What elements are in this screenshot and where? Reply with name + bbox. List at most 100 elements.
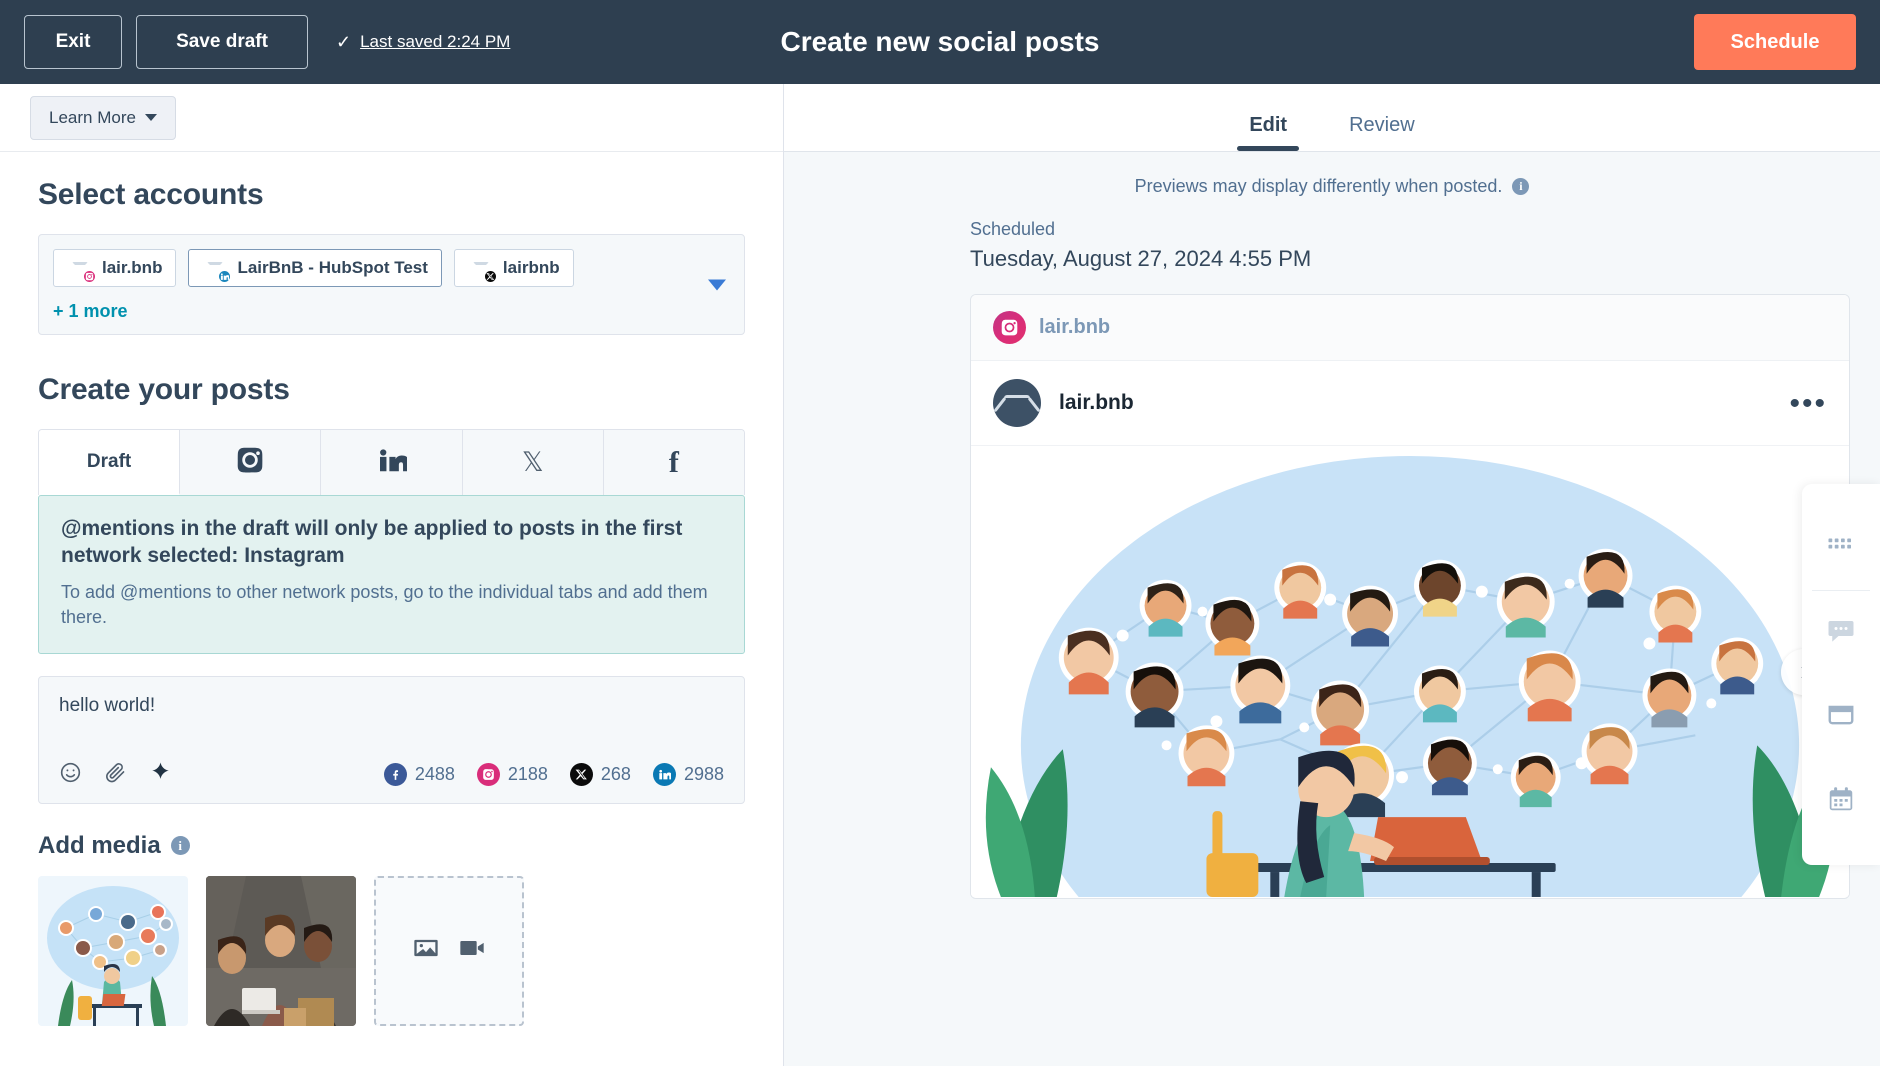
notes-card-icon	[1826, 700, 1856, 735]
chevron-down-icon	[144, 114, 157, 121]
tab-facebook[interactable]: f	[603, 430, 744, 495]
schedule-button[interactable]: Schedule	[1694, 14, 1856, 70]
scheduled-datetime: Tuesday, August 27, 2024 4:55 PM	[970, 246, 1312, 271]
preview-content: Scheduled Tuesday, August 27, 2024 4:55 …	[784, 197, 1880, 899]
account-selector[interactable]: lair.bnb LairBnB - HubSpot Test lairbnb …	[38, 234, 745, 335]
account-chip-label: LairBnB - HubSpot Test	[237, 258, 428, 277]
composer-icon-group	[59, 761, 172, 789]
count-value: 2188	[507, 764, 548, 785]
media-upload-dropzone[interactable]	[374, 875, 524, 1026]
linkedin-icon	[652, 763, 676, 787]
more-accounts-link[interactable]: + 1 more	[53, 301, 730, 322]
linkedin-icon	[377, 445, 409, 481]
emoji-icon[interactable]	[59, 761, 82, 789]
top-app-bar: Exit Save draft ✓ Last saved 2:24 PM Cre…	[0, 0, 1880, 84]
save-draft-button[interactable]: Save draft	[136, 15, 308, 69]
account-chip-instagram[interactable]: lair.bnb	[53, 249, 177, 287]
add-media-label: Add media	[38, 831, 161, 859]
accounts-expand-chevron-icon[interactable]	[708, 279, 726, 290]
preview-user-row: lair.bnb •••	[971, 361, 1849, 446]
rail-calendar-button[interactable]	[1802, 759, 1880, 843]
preview-network-account: lair.bnb	[1039, 316, 1111, 338]
right-utility-rail	[1802, 484, 1880, 865]
preview-network-header: lair.bnb	[971, 295, 1849, 361]
avatar	[202, 255, 233, 284]
x-icon: 𝕏	[521, 447, 544, 477]
facebook-icon: f	[668, 445, 679, 479]
composer-text[interactable]: hello world!	[39, 677, 744, 761]
info-icon[interactable]: i	[1512, 178, 1530, 195]
preview-tab-list: Edit Review	[784, 84, 1880, 152]
rail-chat-button[interactable]	[1802, 591, 1880, 675]
facebook-icon	[383, 763, 407, 787]
add-media-heading: Add media i	[38, 832, 745, 860]
media-thumbnail-photo[interactable]	[206, 875, 356, 1026]
ai-sparkle-icon[interactable]	[149, 761, 172, 789]
check-icon: ✓	[336, 31, 352, 52]
attachment-icon[interactable]	[104, 761, 127, 789]
alert-title: @mentions in the draft will only be appl…	[61, 517, 683, 567]
instagram-icon	[476, 763, 500, 787]
tab-linkedin[interactable]	[321, 430, 463, 495]
avatar	[993, 379, 1041, 427]
last-saved-label: Last saved 2:24 PM	[360, 32, 511, 51]
composer-toolbar: 2488 2188 268 2988	[39, 761, 744, 803]
post-composer[interactable]: hello world! 2488 2188 268 2988	[38, 675, 745, 804]
post-preview-card: lair.bnb lair.bnb •••	[970, 294, 1850, 899]
rail-notes-button[interactable]	[1802, 675, 1880, 759]
account-chip-label: lairbnb	[502, 258, 560, 277]
alert-body: To add @mentions to other network posts,…	[61, 581, 708, 628]
main-body: Learn More Select accounts lair.bnb Lair…	[0, 84, 1880, 1066]
account-chip-label: lair.bnb	[102, 258, 163, 277]
grid-apps-icon	[1826, 531, 1856, 566]
count-value: 268	[600, 764, 631, 785]
avatar	[67, 255, 97, 284]
post-menu-icon[interactable]: •••	[1789, 388, 1827, 418]
learn-more-bar: Learn More	[0, 84, 783, 152]
preview-media	[971, 446, 1849, 898]
learn-more-dropdown[interactable]: Learn More	[30, 95, 176, 140]
calendar-icon	[1826, 784, 1856, 819]
instagram-badge-icon	[82, 269, 97, 284]
video-icon[interactable]	[458, 934, 486, 967]
media-thumbnail-network[interactable]	[38, 875, 188, 1026]
instagram-icon	[235, 445, 265, 481]
tab-draft-label: Draft	[86, 450, 132, 472]
count-value: 2988	[683, 764, 724, 785]
mentions-alert: @mentions in the draft will only be appl…	[38, 495, 745, 654]
preview-panel: Edit Review Previews may display differe…	[784, 84, 1880, 1066]
last-saved-status[interactable]: ✓ Last saved 2:24 PM	[336, 32, 510, 53]
image-icon[interactable]	[412, 934, 440, 967]
x-badge-icon	[482, 269, 498, 284]
instagram-icon	[993, 311, 1026, 344]
editor-scroll-area: Select accounts lair.bnb LairBnB - HubSp…	[0, 152, 783, 1066]
editor-panel: Learn More Select accounts lair.bnb Lair…	[0, 84, 784, 1066]
preview-user-name: lair.bnb	[1059, 391, 1134, 414]
preview-disclaimer: Previews may display differently when po…	[784, 152, 1880, 197]
tab-x[interactable]: 𝕏	[462, 430, 604, 495]
tab-draft[interactable]: Draft	[39, 430, 181, 495]
tab-review[interactable]: Review	[1349, 114, 1415, 151]
media-thumbnail-list	[38, 875, 745, 1026]
preview-disclaimer-text: Previews may display differently when po…	[1134, 176, 1503, 196]
learn-more-label: Learn More	[49, 107, 136, 127]
info-icon[interactable]: i	[170, 836, 190, 856]
x-icon	[569, 763, 593, 787]
count-facebook: 2488	[383, 763, 455, 787]
account-chip-linkedin[interactable]: LairBnB - HubSpot Test	[188, 249, 442, 287]
account-chip-x[interactable]: lairbnb	[453, 249, 574, 287]
select-accounts-heading: Select accounts	[38, 178, 264, 211]
tab-instagram[interactable]	[180, 430, 322, 495]
account-chip-list: lair.bnb LairBnB - HubSpot Test lairbnb	[53, 249, 730, 287]
tab-edit[interactable]: Edit	[1237, 114, 1299, 151]
create-posts-heading: Create your posts	[38, 373, 290, 406]
network-illustration	[971, 446, 1849, 897]
count-instagram: 2188	[476, 763, 548, 787]
rail-grid-apps-button[interactable]	[1802, 506, 1880, 590]
count-linkedin: 2988	[652, 763, 724, 787]
exit-button[interactable]: Exit	[24, 15, 122, 69]
chat-bubble-icon	[1826, 616, 1856, 651]
character-count-group: 2488 2188 268 2988	[383, 763, 724, 787]
count-x: 268	[569, 763, 631, 787]
avatar	[468, 255, 498, 284]
